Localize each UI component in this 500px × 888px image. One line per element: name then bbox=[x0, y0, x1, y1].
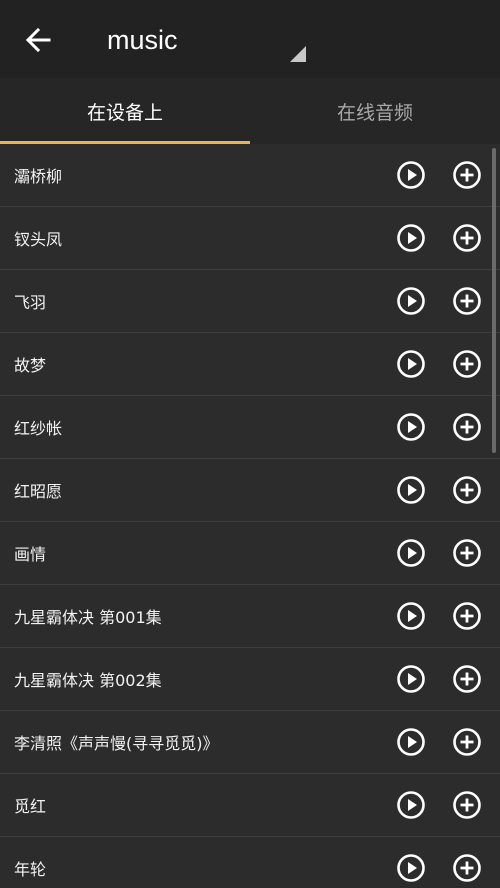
list-item[interactable]: 故梦 bbox=[0, 333, 500, 396]
list-item[interactable]: 钗头凤 bbox=[0, 207, 500, 270]
play-circle-icon[interactable] bbox=[396, 412, 426, 442]
list-item[interactable]: 觅红 bbox=[0, 774, 500, 837]
list-item[interactable]: 红纱帐 bbox=[0, 396, 500, 459]
play-circle-icon[interactable] bbox=[396, 538, 426, 568]
song-title: 飞羽 bbox=[14, 293, 47, 312]
add-circle-icon[interactable] bbox=[452, 601, 482, 631]
list-item[interactable]: 李清照《声声慢(寻寻觅觅)》 bbox=[0, 711, 500, 774]
song-list: 灞桥柳钗头凤飞羽故梦红纱帐红昭愿画情九星霸体决 第001集 九星霸体决 第002集… bbox=[0, 144, 500, 888]
song-title: 故梦 bbox=[14, 356, 47, 375]
play-circle-icon[interactable] bbox=[396, 475, 426, 505]
list-item[interactable]: 飞羽 bbox=[0, 270, 500, 333]
tab-online-audio[interactable]: 在线音频 bbox=[250, 78, 500, 144]
song-title: 李清照《声声慢(寻寻觅觅)》 bbox=[14, 734, 219, 753]
play-circle-icon[interactable] bbox=[396, 664, 426, 694]
play-circle-icon[interactable] bbox=[396, 349, 426, 379]
song-title: 钗头凤 bbox=[14, 230, 63, 249]
add-circle-icon[interactable] bbox=[452, 286, 482, 316]
add-circle-icon[interactable] bbox=[452, 538, 482, 568]
add-circle-icon[interactable] bbox=[452, 349, 482, 379]
play-circle-icon[interactable] bbox=[396, 160, 426, 190]
add-circle-icon[interactable] bbox=[452, 664, 482, 694]
add-circle-icon[interactable] bbox=[452, 475, 482, 505]
scrollbar[interactable] bbox=[492, 148, 496, 453]
page-title: music bbox=[107, 25, 178, 55]
add-circle-icon[interactable] bbox=[452, 223, 482, 253]
tab-bar: 在设备上 在线音频 bbox=[0, 78, 500, 144]
list-item[interactable]: 年轮 bbox=[0, 837, 500, 888]
song-title: 灞桥柳 bbox=[14, 167, 63, 186]
play-circle-icon[interactable] bbox=[396, 727, 426, 757]
arrow-left-icon bbox=[25, 27, 51, 53]
add-circle-icon[interactable] bbox=[452, 790, 482, 820]
add-circle-icon[interactable] bbox=[452, 412, 482, 442]
tab-on-device[interactable]: 在设备上 bbox=[0, 78, 250, 144]
add-circle-icon[interactable] bbox=[452, 160, 482, 190]
song-title: 红纱帐 bbox=[14, 419, 63, 438]
play-circle-icon[interactable] bbox=[396, 601, 426, 631]
play-circle-icon[interactable] bbox=[396, 790, 426, 820]
song-title: 九星霸体决 第002集 bbox=[14, 671, 162, 690]
app-screen: music 在设备上 在线音频 灞桥柳钗头凤飞羽故梦红纱帐红昭愿画情九星霸体决 … bbox=[0, 0, 500, 888]
song-title: 觅红 bbox=[14, 797, 47, 816]
song-title: 画情 bbox=[14, 545, 47, 564]
song-title: 红昭愿 bbox=[14, 482, 63, 501]
song-title: 年轮 bbox=[14, 860, 47, 879]
list-item[interactable]: 红昭愿 bbox=[0, 459, 500, 522]
list-item[interactable]: 灞桥柳 bbox=[0, 144, 500, 207]
add-circle-icon[interactable] bbox=[452, 853, 482, 883]
dropdown-triangle-icon[interactable] bbox=[290, 46, 306, 62]
song-title: 九星霸体决 第001集 bbox=[14, 608, 162, 627]
list-item[interactable]: 九星霸体决 第001集 bbox=[0, 585, 500, 648]
back-button[interactable] bbox=[18, 20, 58, 60]
play-circle-icon[interactable] bbox=[396, 853, 426, 883]
list-item[interactable]: 九星霸体决 第002集 bbox=[0, 648, 500, 711]
top-app-bar: music bbox=[0, 0, 500, 78]
play-circle-icon[interactable] bbox=[396, 223, 426, 253]
add-circle-icon[interactable] bbox=[452, 727, 482, 757]
play-circle-icon[interactable] bbox=[396, 286, 426, 316]
list-item[interactable]: 画情 bbox=[0, 522, 500, 585]
